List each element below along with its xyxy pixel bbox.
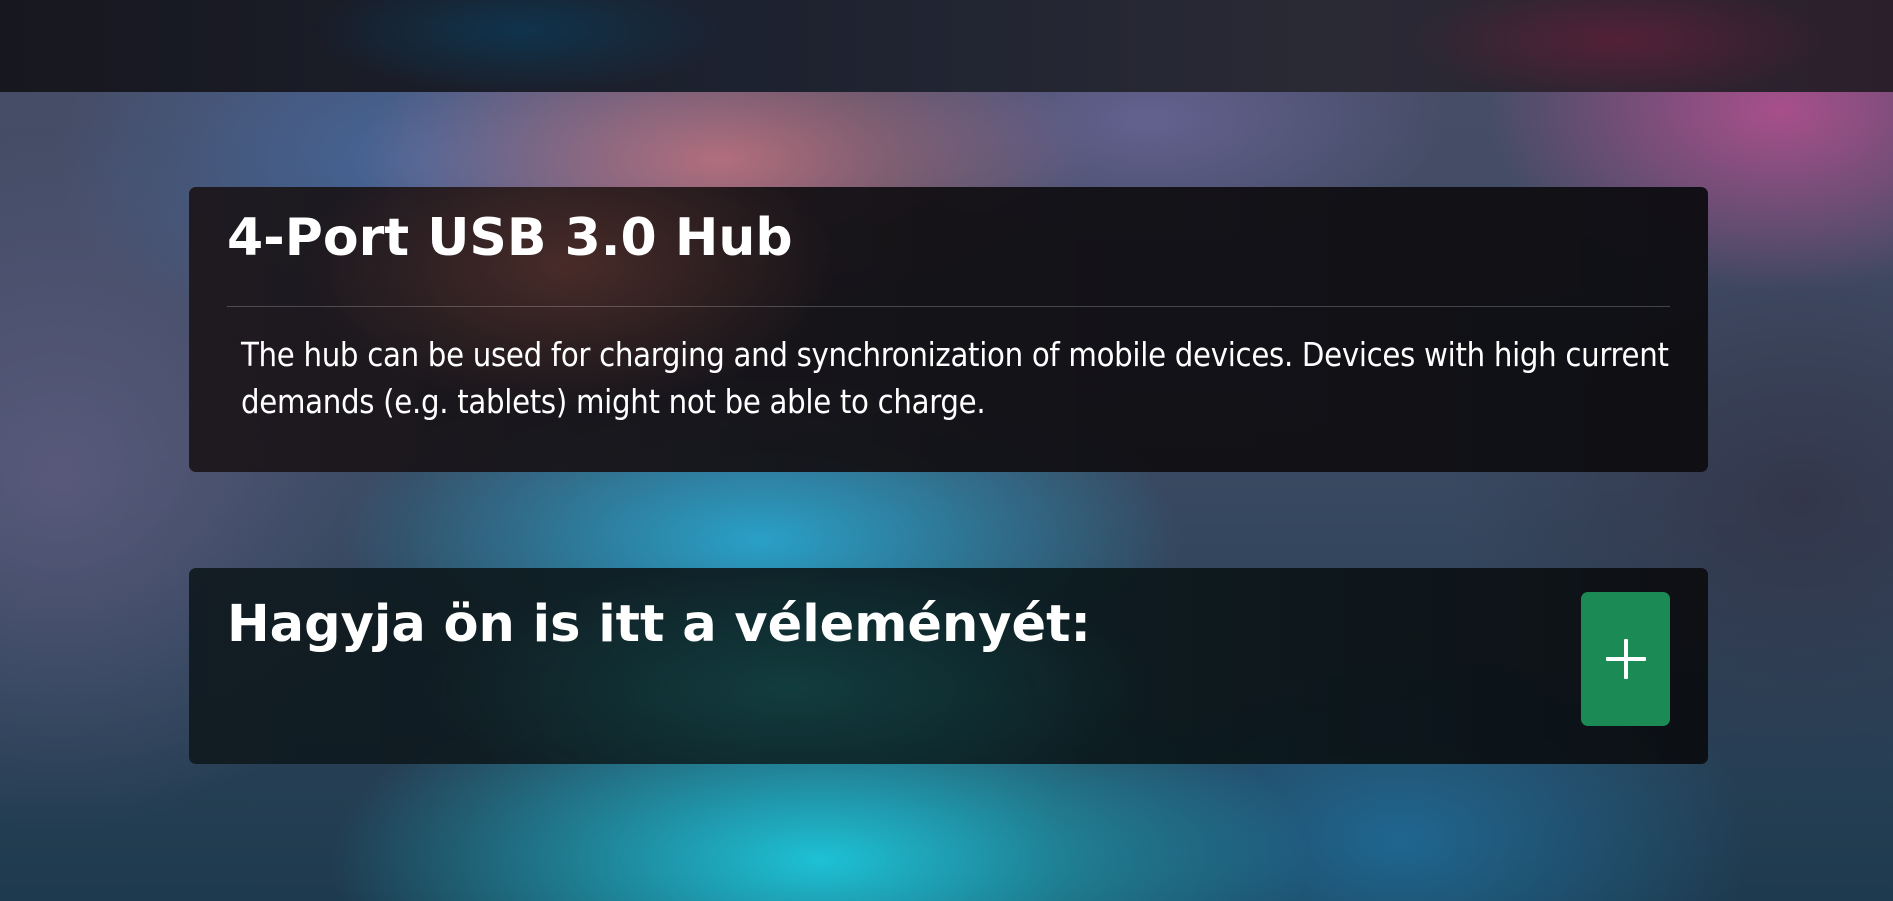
plus-icon [1605,639,1646,679]
add-review-button[interactable] [1581,592,1670,726]
review-card: Hagyja ön is itt a véleményét: [189,568,1708,764]
product-description: The hub can be used for charging and syn… [241,336,1669,421]
product-card: 4-Port USB 3.0 Hub The hub can be used f… [189,187,1708,472]
top-bar [0,0,1893,92]
divider [227,306,1670,307]
product-title: 4-Port USB 3.0 Hub [227,208,793,268]
review-prompt: Hagyja ön is itt a véleményét: [227,595,1091,654]
